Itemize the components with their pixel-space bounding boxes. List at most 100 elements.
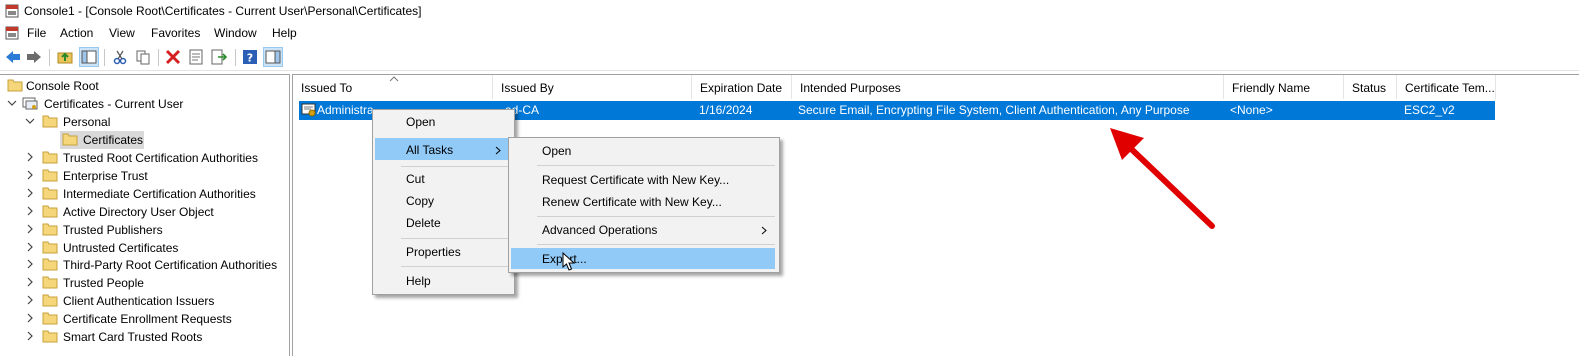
column-header-expiration-date[interactable]: Expiration Date [692, 75, 792, 99]
toolbar-separator [49, 49, 50, 66]
folder-icon [42, 151, 58, 164]
tree-item-label: Active Directory User Object [63, 204, 214, 219]
red-arrow-annotation [1110, 128, 1215, 229]
column-header-certificate-template[interactable]: Certificate Tem... [1397, 75, 1496, 99]
submenu-item-open[interactable]: Open [542, 144, 571, 158]
system-menu-icon[interactable] [5, 26, 19, 40]
chevron-right-icon[interactable] [25, 242, 35, 252]
chevron-right-icon[interactable] [25, 331, 35, 341]
help-icon[interactable]: ? [242, 49, 258, 65]
menu-separator [401, 238, 511, 239]
menu-action[interactable]: Action [60, 26, 93, 40]
tree-item-label: Smart Card Trusted Roots [63, 330, 203, 344]
up-folder-icon[interactable] [57, 49, 73, 65]
tree-item-trusted-people[interactable]: Trusted People [0, 274, 280, 292]
toolbar: ? [0, 45, 1579, 71]
tree-item-smart-card-trusted-roots[interactable]: Smart Card Trusted Roots [0, 328, 280, 346]
toolbar-separator [158, 49, 159, 66]
properties-icon[interactable] [188, 49, 204, 65]
menu-separator [401, 166, 511, 167]
certificate-icon [301, 103, 316, 117]
menu-view[interactable]: View [109, 26, 135, 40]
action-pane-icon[interactable] [265, 49, 281, 65]
certificate-store-icon [22, 97, 38, 110]
column-header-issued-to[interactable]: Issued To [293, 75, 493, 99]
tree-item-certificates-current-user[interactable]: Certificates - Current User [0, 95, 280, 113]
chevron-down-icon[interactable] [25, 116, 35, 126]
menu-item-delete[interactable]: Delete [406, 216, 441, 230]
menu-help[interactable]: Help [272, 26, 297, 40]
tree-item-label: Certificates - Current User [44, 97, 184, 111]
mouse-pointer-icon [562, 252, 576, 271]
chevron-right-icon[interactable] [25, 277, 35, 287]
chevron-right-icon[interactable] [25, 259, 35, 269]
menu-file[interactable]: File [27, 26, 46, 40]
chevron-right-icon[interactable] [25, 206, 35, 216]
menu-item-open[interactable]: Open [406, 115, 435, 129]
tree-item-active-directory-user-object[interactable]: Active Directory User Object [0, 203, 280, 221]
column-header-friendly-name[interactable]: Friendly Name [1224, 75, 1344, 99]
export-list-icon[interactable] [211, 49, 227, 65]
all-tasks-submenu: Open Request Certificate with New Key...… [508, 137, 780, 273]
chevron-right-icon[interactable] [25, 188, 35, 198]
menu-favorites[interactable]: Favorites [151, 26, 200, 40]
chevron-down-icon[interactable] [7, 98, 17, 108]
tree-item-certificate-enrollment-requests[interactable]: Certificate Enrollment Requests [0, 310, 280, 328]
folder-icon [42, 187, 58, 200]
menu-item-cut[interactable]: Cut [406, 172, 425, 186]
tree-item-enterprise-trust[interactable]: Enterprise Trust [0, 167, 280, 185]
menu-item-help[interactable]: Help [406, 274, 431, 288]
sort-ascending-icon [389, 76, 399, 82]
cell-issued-to: Administra [317, 103, 374, 117]
show-hide-tree-icon[interactable] [81, 49, 97, 65]
menu-separator [537, 244, 775, 245]
tree-item-console-root[interactable]: Console Root [0, 77, 280, 95]
submenu-item-request-new-key[interactable]: Request Certificate with New Key... [542, 173, 729, 187]
tree-item-client-authentication-issuers[interactable]: Client Authentication Issuers [0, 292, 280, 310]
copy-icon[interactable] [135, 49, 151, 65]
tree-item-certificates[interactable]: Certificates [0, 131, 280, 149]
back-arrow-icon[interactable] [5, 49, 21, 65]
column-header-intended-purposes[interactable]: Intended Purposes [792, 75, 1224, 99]
tree-item-label: Personal [63, 115, 111, 129]
mmc-app-icon [5, 4, 19, 18]
chevron-right-icon[interactable] [25, 295, 35, 305]
tree-item-label: Enterprise Trust [63, 168, 148, 183]
forward-arrow-icon[interactable] [26, 49, 42, 65]
menu-item-copy[interactable]: Copy [406, 194, 434, 208]
tree-item-label: Trusted People [63, 276, 144, 291]
menu-item-all-tasks[interactable]: All Tasks [406, 143, 453, 157]
tree-item-untrusted-certificates[interactable]: Untrusted Certificates [0, 239, 280, 257]
tree-item-label: Certificate Enrollment Requests [63, 312, 232, 327]
chevron-right-icon[interactable] [25, 152, 35, 162]
column-header-issued-by[interactable]: Issued By [493, 75, 692, 99]
submenu-item-renew-new-key[interactable]: Renew Certificate with New Key... [542, 195, 722, 209]
tree-item-trusted-root-ca[interactable]: Trusted Root Certification Authorities [0, 149, 280, 167]
title-bar: Console1 - [Console Root\Certificates - … [0, 0, 1579, 24]
menu-item-properties[interactable]: Properties [406, 245, 461, 259]
menu-window[interactable]: Window [214, 26, 257, 40]
cell-intended-purposes: Secure Email, Encrypting File System, Cl… [798, 103, 1190, 117]
tree-item-trusted-publishers[interactable]: Trusted Publishers [0, 221, 280, 239]
submenu-item-advanced-operations[interactable]: Advanced Operations [542, 223, 657, 237]
cut-icon[interactable] [112, 49, 128, 65]
chevron-right-icon [761, 226, 767, 235]
folder-icon [42, 223, 58, 236]
svg-text:?: ? [247, 52, 253, 65]
folder-icon [42, 294, 58, 307]
tree-item-personal[interactable]: Personal [0, 113, 280, 131]
tree-item-label: Untrusted Certificates [63, 240, 179, 255]
tree-item-label: Console Root [26, 79, 99, 93]
folder-icon [42, 330, 58, 343]
folder-icon [42, 241, 58, 253]
delete-icon[interactable] [165, 49, 181, 65]
tree-item-label: Intermediate Certification Authorities [63, 186, 256, 201]
chevron-right-icon[interactable] [25, 313, 35, 323]
folder-icon [42, 312, 58, 325]
tree-item-third-party-root-ca[interactable]: Third-Party Root Certification Authoriti… [0, 256, 280, 274]
tree-item-intermediate-ca[interactable]: Intermediate Certification Authorities [0, 185, 280, 203]
column-header-status[interactable]: Status [1344, 75, 1397, 99]
chevron-right-icon[interactable] [25, 170, 35, 180]
chevron-right-icon[interactable] [25, 224, 35, 234]
menu-separator [537, 165, 775, 166]
